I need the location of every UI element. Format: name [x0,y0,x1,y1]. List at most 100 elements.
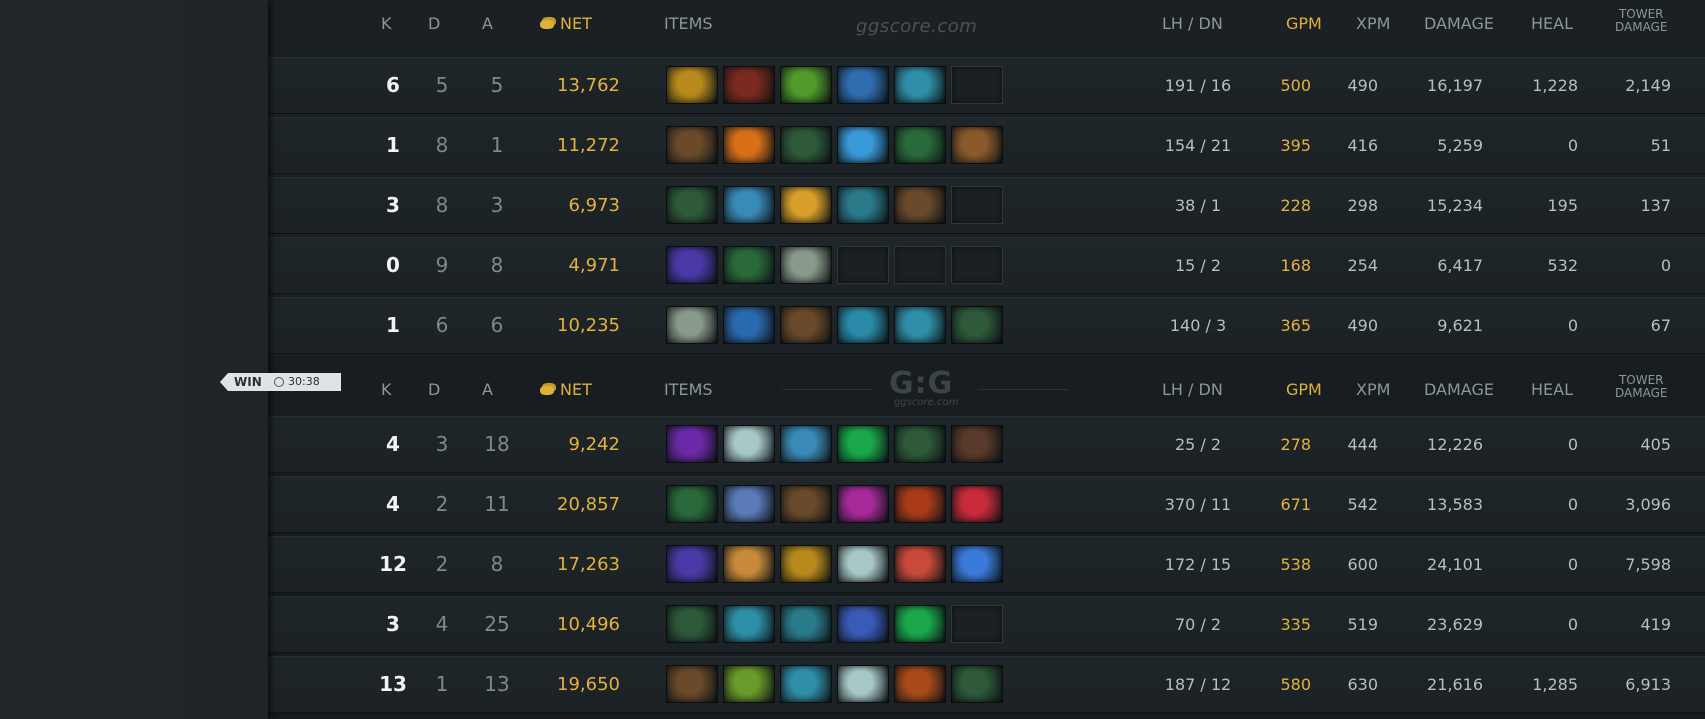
item-slot-icon[interactable] [951,306,1003,344]
header-net-label: NET [560,380,592,399]
item-slot-icon[interactable] [780,605,832,643]
item-slot-icon[interactable] [666,665,718,703]
item-slot-icon[interactable] [666,126,718,164]
item-slot-icon[interactable] [951,485,1003,523]
item-slot-icon[interactable] [837,425,889,463]
kills: 3 [386,612,400,636]
table-row: 4 2 11 20,857 370 / 11 671 542 13,583 0 3,096 [268,476,1705,533]
healing: 1,228 [1532,76,1578,95]
item-slot-icon[interactable] [780,485,832,523]
item-slot-icon[interactable] [837,66,889,104]
item-slot-icon[interactable] [666,425,718,463]
xp-per-minute: 254 [1347,256,1378,275]
item-slot-icon[interactable] [723,545,775,583]
deaths: 2 [435,552,449,576]
empty-item-slot[interactable] [951,246,1003,284]
hero-damage: 6,417 [1437,256,1483,275]
header-tower-damage: TOWER DAMAGE [1615,374,1667,400]
item-slot-icon[interactable] [780,306,832,344]
item-slot-icon[interactable] [666,246,718,284]
tower-damage: 6,913 [1625,675,1671,694]
item-slot-icon[interactable] [723,665,775,703]
item-slot-icon[interactable] [723,306,775,344]
header-tower-line2: DAMAGE [1615,386,1668,400]
hero-damage: 24,101 [1427,555,1483,574]
item-slot-icon[interactable] [837,605,889,643]
kills: 6 [386,73,400,97]
item-slot-icon[interactable] [723,246,775,284]
item-slot-icon[interactable] [666,485,718,523]
gold-per-minute: 278 [1280,435,1311,454]
header-heal: HEAL [1531,14,1573,33]
table-row: 3 4 25 10,496 70 / 2 335 519 23,629 0 419 [268,596,1705,653]
header-lh-dn: LH / DN [1162,380,1223,399]
healing: 532 [1547,256,1578,275]
item-slot-icon[interactable] [723,186,775,224]
item-slot-icon[interactable] [780,66,832,104]
item-slot-icon[interactable] [780,665,832,703]
item-slot-icon[interactable] [837,545,889,583]
item-slot-icon[interactable] [894,425,946,463]
player-sidebar [0,0,268,719]
empty-item-slot[interactable] [951,605,1003,643]
watermark-text: ggscore.com [856,16,978,37]
item-slot-icon[interactable] [837,186,889,224]
item-slot-icon[interactable] [837,126,889,164]
item-slot-icon[interactable] [666,306,718,344]
kills: 1 [386,133,400,157]
last-hits-denies: 38 / 1 [1174,196,1222,215]
net-worth: 10,496 [557,614,620,635]
item-slot-icon[interactable] [666,605,718,643]
item-slot-icon[interactable] [780,425,832,463]
item-slot-icon[interactable] [666,186,718,224]
item-slot-icon[interactable] [723,66,775,104]
header-items: ITEMS [664,380,713,399]
xp-per-minute: 519 [1347,615,1378,634]
item-slot-icon[interactable] [723,126,775,164]
item-slot-icon[interactable] [951,126,1003,164]
kills: 13 [379,672,407,696]
empty-item-slot[interactable] [894,246,946,284]
item-slot-icon[interactable] [894,545,946,583]
item-slot-icon[interactable] [780,545,832,583]
table-row: 1 6 6 10,235 140 / 3 365 490 9,621 0 67 [268,297,1705,354]
net-worth: 6,973 [568,195,620,216]
item-slot-icon[interactable] [894,66,946,104]
item-slot-icon[interactable] [723,425,775,463]
item-slot-icon[interactable] [951,425,1003,463]
item-slot-icon[interactable] [780,246,832,284]
kills: 1 [386,313,400,337]
item-slot-icon[interactable] [723,485,775,523]
xp-per-minute: 416 [1347,136,1378,155]
item-slot-icon[interactable] [780,186,832,224]
hero-damage: 9,621 [1437,316,1483,335]
last-hits-denies: 70 / 2 [1174,615,1222,634]
item-slot-icon[interactable] [894,126,946,164]
item-slot-icon[interactable] [894,605,946,643]
gold-per-minute: 538 [1280,555,1311,574]
item-slot-icon[interactable] [837,665,889,703]
item-slot-icon[interactable] [837,306,889,344]
item-slot-icon[interactable] [951,545,1003,583]
header-tower-line2: DAMAGE [1615,20,1668,34]
item-slot-icon[interactable] [894,306,946,344]
xp-per-minute: 490 [1347,76,1378,95]
item-slot-icon[interactable] [837,485,889,523]
item-slot-icon[interactable] [666,66,718,104]
empty-item-slot[interactable] [837,246,889,284]
item-slot-icon[interactable] [951,665,1003,703]
empty-item-slot[interactable] [951,66,1003,104]
healing: 0 [1567,495,1578,514]
item-slot-icon[interactable] [894,485,946,523]
table-row: 6 5 5 13,762 191 / 16 500 490 16,197 1,228 2,149 [268,57,1705,114]
header-tower-damage: TOWER DAMAGE [1615,8,1667,34]
deaths: 9 [435,253,449,277]
item-slot-icon[interactable] [666,545,718,583]
gold-per-minute: 500 [1280,76,1311,95]
item-slot-icon[interactable] [780,126,832,164]
header-heal: HEAL [1531,380,1573,399]
empty-item-slot[interactable] [951,186,1003,224]
item-slot-icon[interactable] [894,665,946,703]
item-slot-icon[interactable] [723,605,775,643]
item-slot-icon[interactable] [894,186,946,224]
